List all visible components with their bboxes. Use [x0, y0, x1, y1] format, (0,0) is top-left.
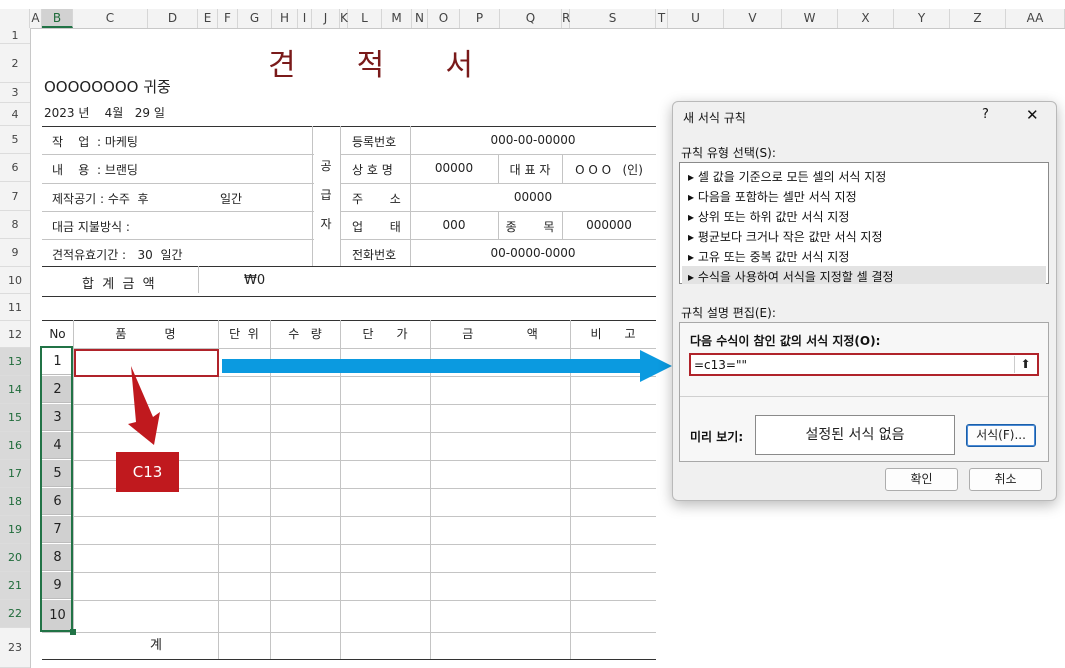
rule-type-label: 규칙 유형 선택(S):	[681, 146, 776, 160]
preview-box: 설정된 서식 없음	[755, 415, 955, 455]
rule-edit-label: 규칙 설명 편집(E):	[681, 306, 776, 320]
rule-type-list[interactable]: ▸ 셀 값을 기준으로 모든 셀의 서식 지정 ▸ 다음을 포함하는 셀만 서식…	[679, 162, 1049, 284]
new-formatting-rule-dialog: 새 서식 규칙 ? ✕ 규칙 유형 선택(S): ▸ 셀 값을 기준으로 모든 …	[672, 101, 1057, 501]
rule-type-item-label: ▸ 수식을 사용하여 서식을 지정할 셀 결정	[688, 270, 894, 284]
rule-type-item[interactable]: ▸ 다음을 포함하는 셀만 서식 지정	[688, 188, 857, 205]
red-arrow-icon	[128, 366, 160, 445]
rule-type-item-selected[interactable]: ▸ 수식을 사용하여 서식을 지정할 셀 결정	[682, 266, 1046, 284]
rule-type-item[interactable]: ▸ 셀 값을 기준으로 모든 셀의 서식 지정	[688, 168, 886, 185]
dialog-title: 새 서식 규칙	[683, 111, 746, 125]
callout-c13-label: C13	[116, 452, 179, 492]
collapse-dialog-icon[interactable]: ⬆	[1014, 356, 1036, 373]
rule-edit-panel: 다음 수식이 참인 값의 서식 지정(O): =c13="" ⬆ 미리 보기: …	[679, 322, 1049, 462]
rule-type-item[interactable]: ▸ 고유 또는 중복 값만 서식 지정	[688, 248, 849, 265]
help-icon[interactable]: ?	[982, 107, 989, 122]
format-button[interactable]: 서식(F)...	[966, 424, 1036, 447]
close-icon[interactable]: ✕	[1026, 106, 1039, 124]
cancel-button[interactable]: 취소	[969, 468, 1042, 491]
formula-input[interactable]: =c13="" ⬆	[689, 353, 1039, 376]
ok-button[interactable]: 확인	[885, 468, 958, 491]
blue-arrow-icon	[222, 350, 672, 382]
formula-label: 다음 수식이 참인 값의 서식 지정(O):	[690, 334, 881, 348]
formula-value: =c13=""	[694, 358, 748, 372]
rule-type-item[interactable]: ▸ 평균보다 크거나 작은 값만 서식 지정	[688, 228, 883, 245]
preview-label: 미리 보기:	[690, 430, 744, 444]
rule-type-item[interactable]: ▸ 상위 또는 하위 값만 서식 지정	[688, 208, 849, 225]
